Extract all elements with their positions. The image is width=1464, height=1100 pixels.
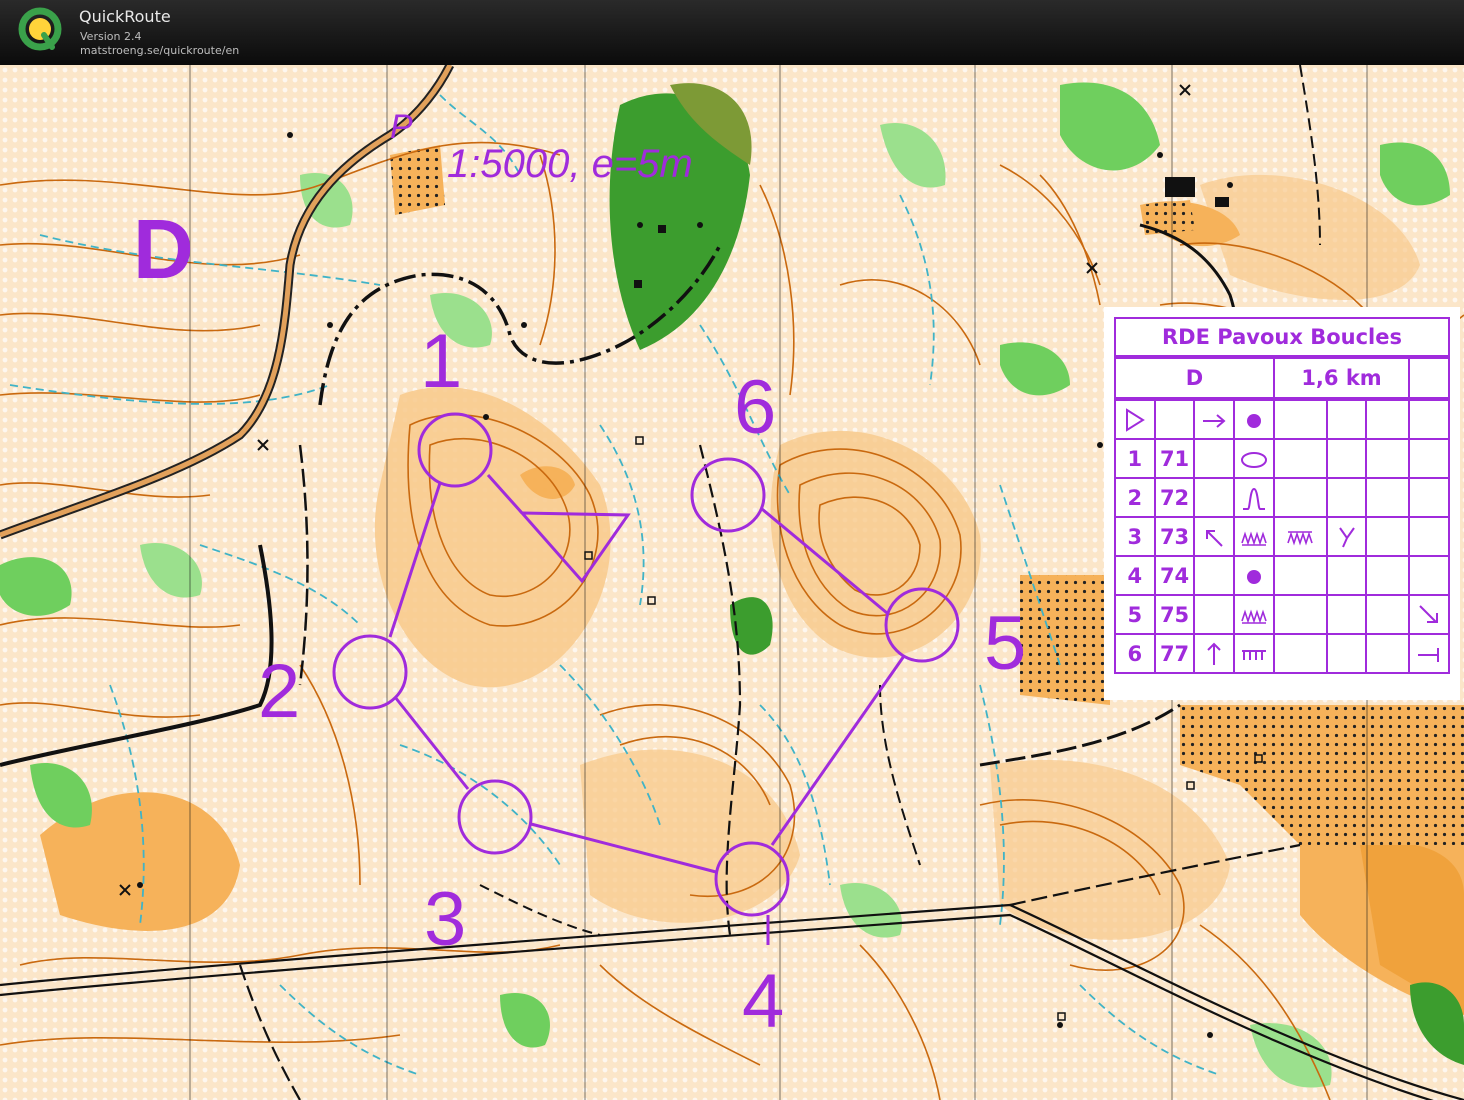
- knoll-icon: [1242, 487, 1265, 510]
- app-title: QuickRoute: [79, 7, 171, 26]
- event-title: RDE Pavoux Boucles: [1114, 317, 1450, 359]
- control-row-4: 4 74: [1114, 555, 1450, 596]
- comb-icon: [1241, 649, 1266, 660]
- scale-label: 1:5000, e=5m: [447, 142, 693, 186]
- arrow-right-icon: [1203, 413, 1226, 428]
- control-num: 4: [1114, 555, 1156, 596]
- control-row-5: 5 75: [1114, 594, 1450, 635]
- control-number-4: 4: [742, 959, 784, 1044]
- control-num: 6: [1114, 633, 1156, 674]
- control-number-3: 3: [424, 877, 466, 962]
- control-num: 5: [1114, 594, 1156, 635]
- control-code: 74: [1153, 555, 1196, 596]
- control-number-1: 1: [420, 319, 462, 404]
- corner-icon: [1419, 605, 1439, 623]
- control-code: 71: [1153, 438, 1196, 479]
- y-icon: [1338, 527, 1355, 548]
- control-code: 72: [1153, 477, 1196, 518]
- control-num: 2: [1114, 477, 1156, 518]
- control-number-5: 5: [984, 601, 1026, 686]
- zigzag-icon: [1241, 530, 1267, 546]
- description-table: RDE Pavoux Boucles D 1,6 km 1 71 2 72 3 …: [1114, 317, 1450, 674]
- control-num: 3: [1114, 516, 1156, 557]
- t-end-icon: [1418, 647, 1440, 662]
- dot-icon: [1246, 413, 1261, 428]
- quickroute-logo: [18, 7, 62, 51]
- course-name: D: [1114, 356, 1275, 401]
- ellipse-icon: [1240, 451, 1267, 468]
- start-row: [1114, 398, 1450, 440]
- control-row-6: 6 77: [1114, 633, 1450, 674]
- control-row-1: 1 71: [1114, 438, 1450, 479]
- triangle-icon: [1125, 407, 1145, 432]
- control-row-2: 2 72: [1114, 477, 1450, 518]
- dot-icon: [1246, 569, 1261, 584]
- control-number-2: 2: [258, 649, 300, 734]
- course-letter: D: [133, 202, 194, 296]
- arrow-up-icon: [1207, 642, 1221, 665]
- zigzag-icon: [1287, 530, 1314, 546]
- control-description-sheet: RDE Pavoux Boucles D 1,6 km 1 71 2 72 3 …: [1104, 307, 1460, 700]
- control-code: 75: [1153, 594, 1196, 635]
- app-version: Version 2.4: [80, 30, 142, 43]
- control-code: 77: [1153, 633, 1196, 674]
- control-code: 73: [1153, 516, 1196, 557]
- control-row-3: 3 73: [1114, 516, 1450, 557]
- parking-label: P: [390, 108, 413, 146]
- arrow-up-left-icon: [1206, 529, 1223, 547]
- control-num: 1: [1114, 438, 1156, 479]
- zigzag-icon: [1241, 608, 1267, 624]
- app-url[interactable]: matstroeng.se/quickroute/en: [80, 44, 239, 57]
- control-number-6: 6: [734, 365, 776, 450]
- course-length: 1,6 km: [1272, 356, 1411, 401]
- title-bar: QuickRoute Version 2.4 matstroeng.se/qui…: [0, 0, 1464, 65]
